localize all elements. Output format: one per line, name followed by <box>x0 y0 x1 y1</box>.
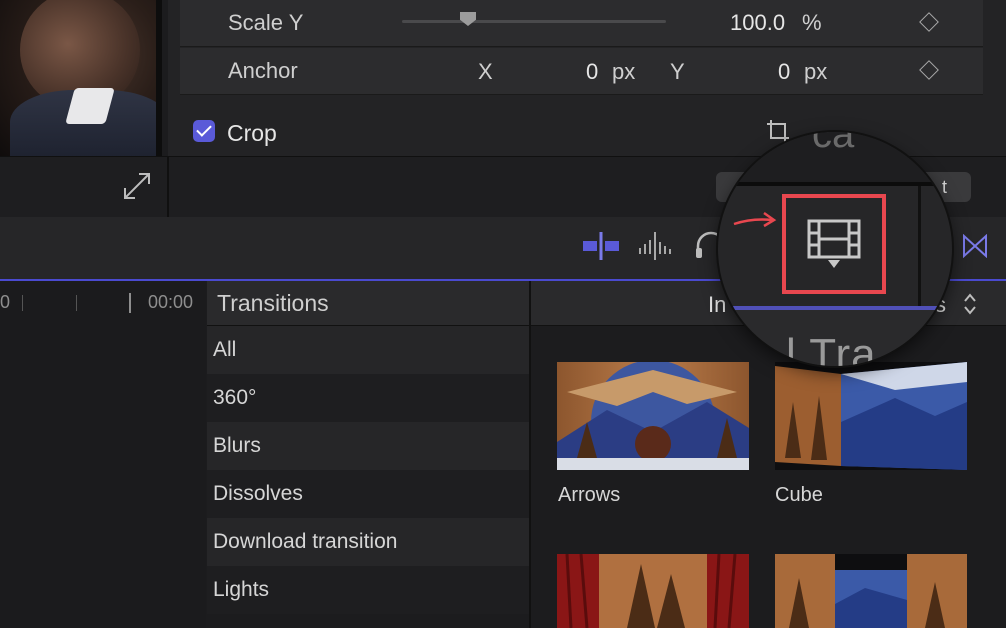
scale-y-slider[interactable] <box>402 12 666 26</box>
scale-y-keyframe-icon[interactable] <box>919 12 939 32</box>
anchor-y-unit: px <box>804 59 828 84</box>
category-item-dissolves[interactable]: Dissolves <box>207 470 529 518</box>
transitions-browser-icon[interactable] <box>962 234 988 258</box>
crop-checkbox[interactable] <box>193 120 215 142</box>
category-item-360[interactable]: 360° <box>207 374 529 422</box>
scale-y-label: Scale Y <box>228 10 304 35</box>
cube-label: Cube <box>775 484 823 506</box>
anchor-x-label: X <box>478 59 493 84</box>
audio-skimming-icon[interactable] <box>638 232 674 260</box>
anchor-y-label: Y <box>670 59 685 84</box>
curtain-thumbnail[interactable] <box>557 554 749 628</box>
scale-y-slider-thumb[interactable] <box>460 12 476 26</box>
anchor-row: Anchor X 0 px Y 0 px <box>180 48 983 95</box>
magnifier-top-text: ca <box>812 132 855 156</box>
anchor-label: Anchor <box>228 58 298 83</box>
arrows-thumbnail[interactable] <box>557 362 749 470</box>
cube-thumbnail[interactable] <box>775 362 967 470</box>
scale-y-value[interactable]: 100.0 <box>730 10 785 36</box>
video-browser-film-icon[interactable] <box>806 218 862 270</box>
transition-category-list: All 360° Blurs Dissolves Download transi… <box>207 326 529 628</box>
anchor-y-value[interactable]: 0 <box>778 59 790 85</box>
ruler-start-label: 0 <box>0 292 11 312</box>
chevron-updown-icon[interactable] <box>962 291 978 317</box>
magnifier-callout: ca l Tra <box>718 132 952 366</box>
viewer-preview <box>0 0 162 156</box>
category-item-all[interactable]: All <box>207 326 529 374</box>
category-item-blurs[interactable]: Blurs <box>207 422 529 470</box>
timeline-ruler: 0 00:00 <box>0 281 206 628</box>
scale-y-row: Scale Y 100.0 % <box>180 0 983 47</box>
anchor-x-unit: px <box>612 59 636 84</box>
category-item-lights[interactable]: Lights <box>207 566 529 614</box>
skimming-icon[interactable] <box>583 232 619 260</box>
browser-title: Transitions <box>217 290 329 316</box>
fullscreen-icon[interactable] <box>123 172 151 200</box>
arrows-label: Arrows <box>558 484 621 506</box>
magnifier-bottom-text: l Tra <box>786 330 877 366</box>
anchor-x-value[interactable]: 0 <box>586 59 598 85</box>
crop-label: Crop <box>227 120 277 146</box>
category-item-download-transition[interactable]: Download transition <box>207 518 529 566</box>
anchor-keyframe-icon[interactable] <box>919 60 939 80</box>
pointer-arrow-icon <box>733 211 777 228</box>
ruler-time-label: 00:00 <box>148 292 194 312</box>
transition-thumbnails: Arrows Cube <box>531 326 1006 628</box>
scale-y-unit: % <box>802 10 822 35</box>
doorway-thumbnail[interactable] <box>775 554 967 628</box>
